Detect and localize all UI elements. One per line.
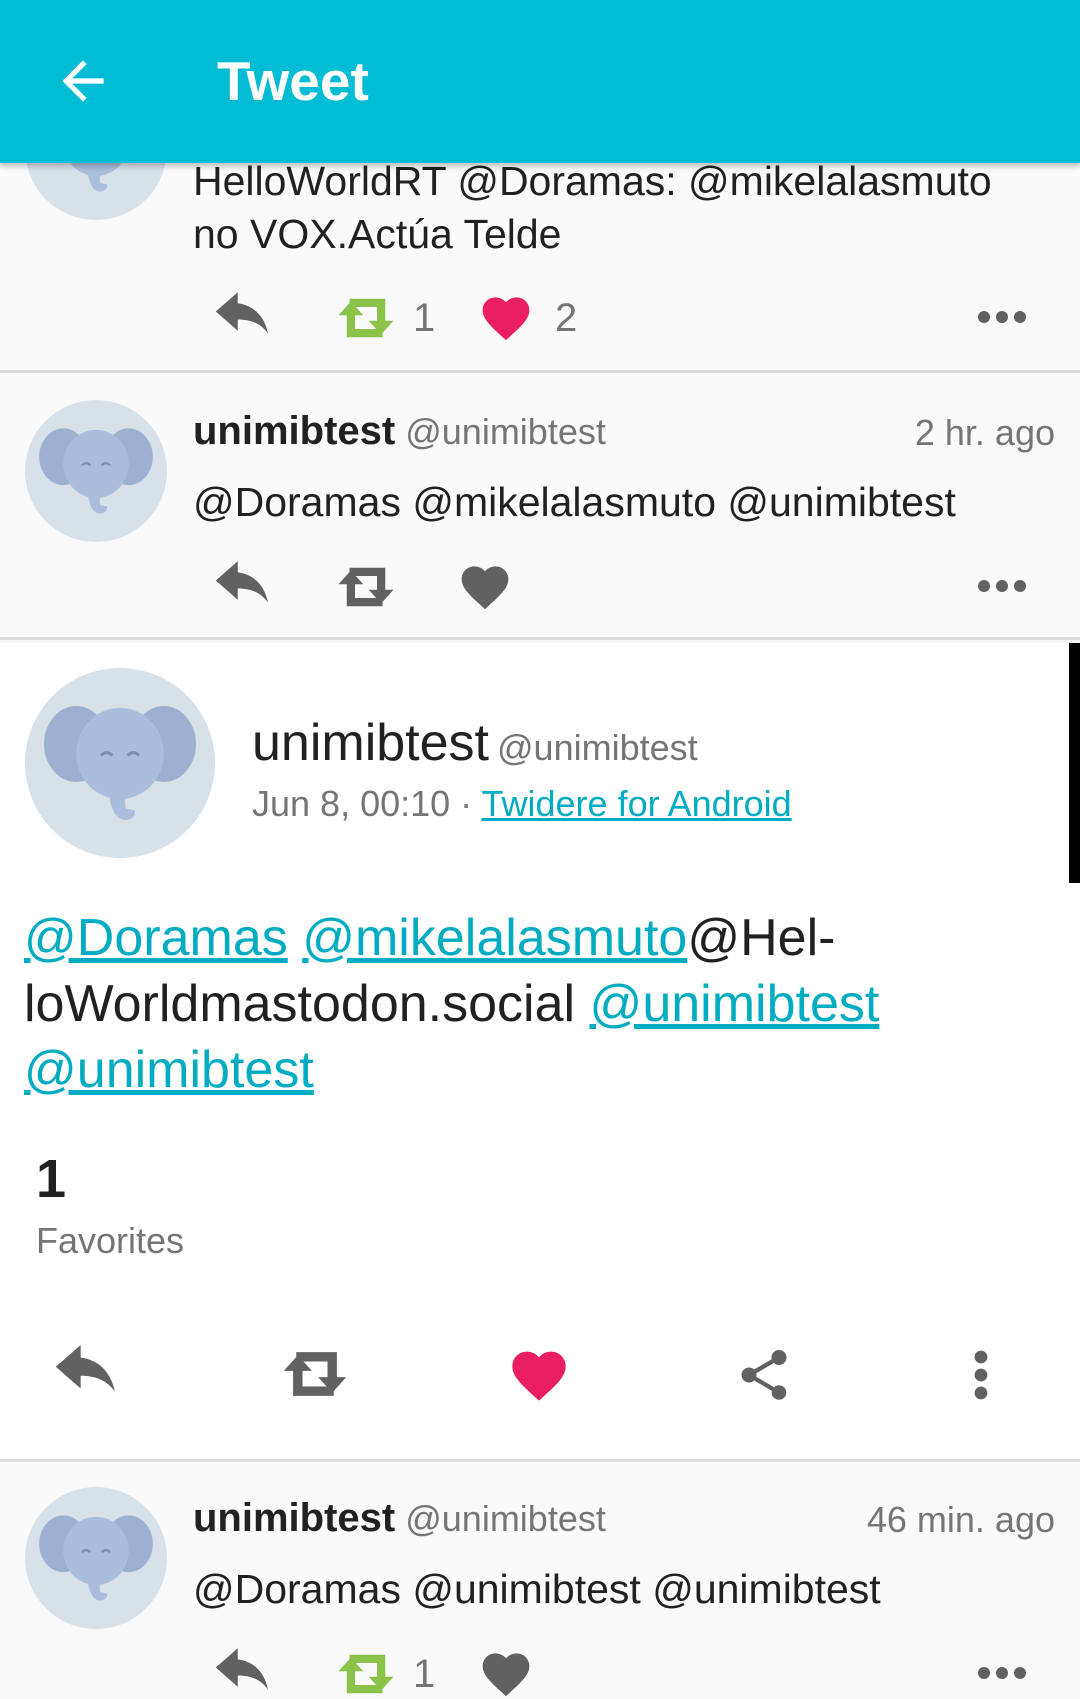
avatar[interactable] — [25, 1487, 167, 1629]
retweet-icon — [338, 567, 394, 607]
mention-link[interactable]: @unimibtest — [590, 975, 880, 1033]
tweet-text: @Doramas @mikelalasmuto @unimibtest — [193, 479, 956, 525]
retweet-icon — [338, 1654, 394, 1694]
reply-button[interactable] — [52, 1345, 128, 1401]
reply-icon — [215, 1648, 268, 1690]
source-link[interactable]: Twidere for Android — [482, 783, 792, 824]
tweet-item[interactable]: unimibtest @unimibtest 46 min. ago @Doram… — [0, 1462, 1080, 1699]
like-button[interactable] — [507, 1343, 571, 1403]
retweet-button[interactable] — [332, 296, 400, 340]
more-button[interactable] — [976, 309, 1028, 325]
author-name: unimibtest — [193, 409, 396, 453]
retweet-icon — [338, 298, 394, 338]
retweet-count: 1 — [413, 296, 436, 340]
heart-icon — [461, 566, 509, 610]
back-button[interactable] — [52, 50, 114, 112]
body-text: @Hel- — [687, 909, 836, 967]
author-handle: @unimibtest — [405, 411, 606, 452]
heart-icon — [512, 1351, 566, 1401]
reply-button[interactable] — [213, 292, 279, 342]
tweet-time: 46 min. ago — [866, 1499, 1055, 1540]
reply-icon — [55, 1345, 115, 1392]
more-horizontal-icon — [978, 1667, 1026, 1679]
mention-link[interactable]: @mikelalasmuto — [302, 909, 687, 967]
arrow-left-icon — [62, 60, 104, 102]
like-count: 2 — [555, 296, 578, 340]
reply-button[interactable] — [213, 561, 279, 611]
mention-link[interactable]: @unimibtest — [24, 1041, 314, 1099]
like-button[interactable] — [457, 559, 513, 611]
elephant-avatar-icon — [39, 1515, 153, 1601]
author-handle: @unimibtest — [405, 1498, 606, 1539]
share-button[interactable] — [734, 1343, 794, 1407]
retweet-button[interactable] — [332, 565, 400, 609]
retweet-button[interactable] — [332, 1652, 400, 1696]
more-button[interactable] — [976, 578, 1028, 594]
more-vertical-icon — [974, 1350, 988, 1400]
heart-icon — [482, 1653, 530, 1697]
author-handle: @unimibtest — [497, 727, 698, 768]
mention-link[interactable]: @Doramas — [24, 909, 288, 967]
favorites-label[interactable]: Favorites — [36, 1220, 184, 1262]
tweet-body: @Doramas @mikelalasmuto@Hel-loWorldmasto… — [24, 905, 1044, 1103]
tweet-item[interactable]: unimibtest @unimibtest 2 hr. ago @Doramas… — [0, 373, 1080, 637]
page-title: Tweet — [217, 50, 369, 112]
elephant-avatar-icon — [39, 428, 153, 514]
tweet-time: 2 hr. ago — [914, 412, 1055, 453]
favorites-count[interactable]: 1 — [36, 1148, 66, 1210]
tweet-detail: unimibtest @unimibtest Jun 8, 00:10 · Twi… — [0, 643, 1080, 1459]
like-button[interactable] — [478, 290, 534, 342]
more-button[interactable] — [976, 1665, 1028, 1681]
detail-author[interactable]: unimibtest @unimibtest — [252, 713, 698, 773]
avatar[interactable] — [25, 668, 215, 858]
more-vertical-button[interactable] — [973, 1349, 989, 1401]
author-name: unimibtest — [252, 714, 489, 772]
reply-icon — [215, 292, 268, 334]
author-name: unimibtest — [193, 1496, 396, 1540]
tweet-text-line: no VOX.Actúa Telde — [193, 211, 562, 257]
meta-separator: · — [450, 783, 482, 824]
divider — [0, 637, 1080, 640]
tweet-text: @Doramas @unimibtest @unimibtest — [193, 1566, 881, 1612]
tweet-author[interactable]: unimibtest @unimibtest — [193, 409, 606, 454]
tweet-date: Jun 8, 00:10 — [252, 783, 451, 824]
body-text: loWorldmastodon.social — [24, 975, 590, 1033]
detail-meta: Jun 8, 00:10 · Twidere for Android — [252, 783, 792, 825]
retweet-count: 1 — [413, 1652, 436, 1696]
share-icon — [741, 1350, 787, 1400]
app-bar: Tweet — [0, 0, 1080, 163]
scrollbar[interactable] — [1069, 643, 1080, 883]
retweet-button[interactable] — [276, 1349, 354, 1399]
avatar[interactable] — [25, 400, 167, 542]
more-horizontal-icon — [978, 580, 1026, 592]
heart-icon — [482, 297, 530, 341]
more-horizontal-icon — [978, 311, 1026, 323]
reply-icon — [215, 561, 268, 603]
like-button[interactable] — [478, 1646, 534, 1698]
tweet-author[interactable]: unimibtest @unimibtest — [193, 1496, 606, 1541]
reply-button[interactable] — [213, 1648, 279, 1698]
retweet-icon — [283, 1352, 347, 1396]
elephant-avatar-icon — [44, 706, 196, 820]
